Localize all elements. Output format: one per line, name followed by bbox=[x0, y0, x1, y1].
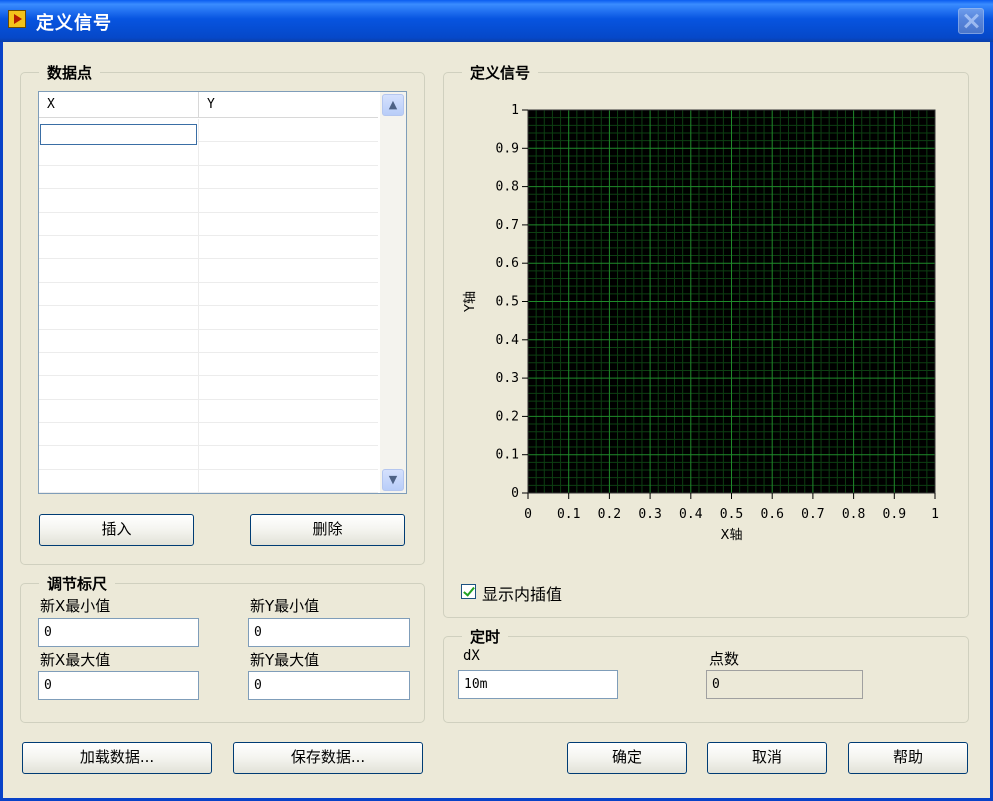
x-tick-label: 0.7 bbox=[801, 507, 824, 522]
column-header-y[interactable]: Y bbox=[199, 92, 378, 118]
y-tick-label: 1 bbox=[511, 103, 519, 118]
y-tick-label: 0.1 bbox=[496, 448, 519, 463]
y-tick-label: 0.7 bbox=[496, 218, 519, 233]
table-row[interactable] bbox=[39, 213, 378, 236]
table-vertical-scrollbar[interactable]: ▲ ▼ bbox=[380, 92, 406, 493]
table-row[interactable] bbox=[39, 330, 378, 353]
y-tick-label: 0.5 bbox=[496, 295, 519, 310]
new-x-max-label: 新X最大值 bbox=[40, 651, 111, 669]
y-tick-label: 0.3 bbox=[496, 371, 519, 386]
table-row[interactable] bbox=[39, 376, 378, 400]
new-y-max-field[interactable]: 0 bbox=[248, 671, 410, 700]
y-tick-label: 0.6 bbox=[496, 256, 519, 271]
window-title: 定义信号 bbox=[36, 13, 112, 34]
adjust-scale-group-title: 调节标尺 bbox=[39, 573, 116, 594]
close-button[interactable] bbox=[958, 8, 984, 34]
dx-field[interactable]: 10m bbox=[458, 670, 618, 699]
scroll-down-icon[interactable]: ▼ bbox=[382, 469, 404, 491]
x-tick-label: 0.4 bbox=[679, 507, 703, 522]
points-count-field: 0 bbox=[706, 670, 863, 699]
help-button[interactable]: 帮助 bbox=[848, 742, 968, 774]
table-row[interactable] bbox=[39, 236, 378, 260]
new-y-min-label: 新Y最小值 bbox=[250, 597, 320, 615]
table-row[interactable] bbox=[39, 400, 378, 424]
load-data-button[interactable]: 加载数据... bbox=[22, 742, 212, 774]
table-body bbox=[39, 119, 378, 493]
y-tick-label: 0.4 bbox=[496, 333, 520, 348]
x-axis-label: X轴 bbox=[721, 528, 743, 543]
y-tick-label: 0 bbox=[511, 486, 519, 501]
table-row[interactable] bbox=[39, 353, 378, 377]
table-row[interactable] bbox=[39, 306, 378, 330]
x-tick-label: 1 bbox=[931, 507, 939, 522]
active-cell-input[interactable] bbox=[40, 124, 197, 145]
table-row[interactable] bbox=[39, 189, 378, 213]
define-signal-group-title: 定义信号 bbox=[462, 62, 539, 83]
dx-label: dX bbox=[463, 648, 480, 664]
timing-group-title: 定时 bbox=[462, 626, 509, 647]
y-tick-label: 0.9 bbox=[496, 141, 519, 156]
new-x-min-label: 新X最小值 bbox=[40, 597, 111, 615]
scroll-up-icon[interactable]: ▲ bbox=[382, 94, 404, 116]
x-tick-label: 0.6 bbox=[760, 507, 783, 522]
x-tick-label: 0 bbox=[524, 507, 532, 522]
table-row[interactable] bbox=[39, 259, 378, 283]
x-tick-label: 0.9 bbox=[883, 507, 906, 522]
x-tick-label: 0.2 bbox=[598, 507, 621, 522]
new-x-min-field[interactable]: 0 bbox=[38, 618, 199, 647]
new-y-min-field[interactable]: 0 bbox=[248, 618, 410, 647]
y-axis-label: Y轴 bbox=[463, 291, 478, 313]
x-tick-label: 0.5 bbox=[720, 507, 743, 522]
show-interpolation-label[interactable]: 显示内插值 bbox=[482, 581, 562, 605]
labview-icon bbox=[8, 10, 26, 28]
table-row[interactable] bbox=[39, 423, 378, 447]
show-interpolation-checkbox[interactable] bbox=[461, 584, 476, 599]
column-header-x[interactable]: X bbox=[39, 92, 199, 118]
cancel-button[interactable]: 取消 bbox=[707, 742, 827, 774]
new-x-max-field[interactable]: 0 bbox=[38, 671, 199, 700]
delete-button[interactable]: 删除 bbox=[250, 514, 405, 546]
new-y-max-label: 新Y最大值 bbox=[250, 651, 320, 669]
table-row[interactable] bbox=[39, 283, 378, 307]
table-row[interactable] bbox=[39, 166, 378, 190]
x-tick-label: 0.1 bbox=[557, 507, 580, 522]
signal-graph[interactable]: 0 0.1 0.2 0.3 0.4 0.5 0.6 0.7 0.8 0.9 1 0 0.1 0.2 0.3 0… bbox=[450, 95, 960, 555]
x-tick-label: 0.3 bbox=[638, 507, 661, 522]
y-tick-label: 0.2 bbox=[496, 409, 519, 424]
table-row[interactable] bbox=[39, 446, 378, 470]
ok-button[interactable]: 确定 bbox=[567, 742, 687, 774]
y-tick-label: 0.8 bbox=[496, 180, 519, 195]
points-count-label: 点数 bbox=[709, 650, 740, 668]
table-row[interactable] bbox=[39, 142, 378, 166]
data-points-table[interactable]: X Y ▲ ▼ bbox=[38, 91, 407, 494]
insert-button[interactable]: 插入 bbox=[39, 514, 194, 546]
title-bar[interactable]: 定义信号 bbox=[0, 0, 993, 42]
table-row[interactable] bbox=[39, 470, 378, 493]
x-tick-label: 0.8 bbox=[842, 507, 865, 522]
data-points-group-title: 数据点 bbox=[39, 62, 101, 83]
save-data-button[interactable]: 保存数据... bbox=[233, 742, 423, 774]
